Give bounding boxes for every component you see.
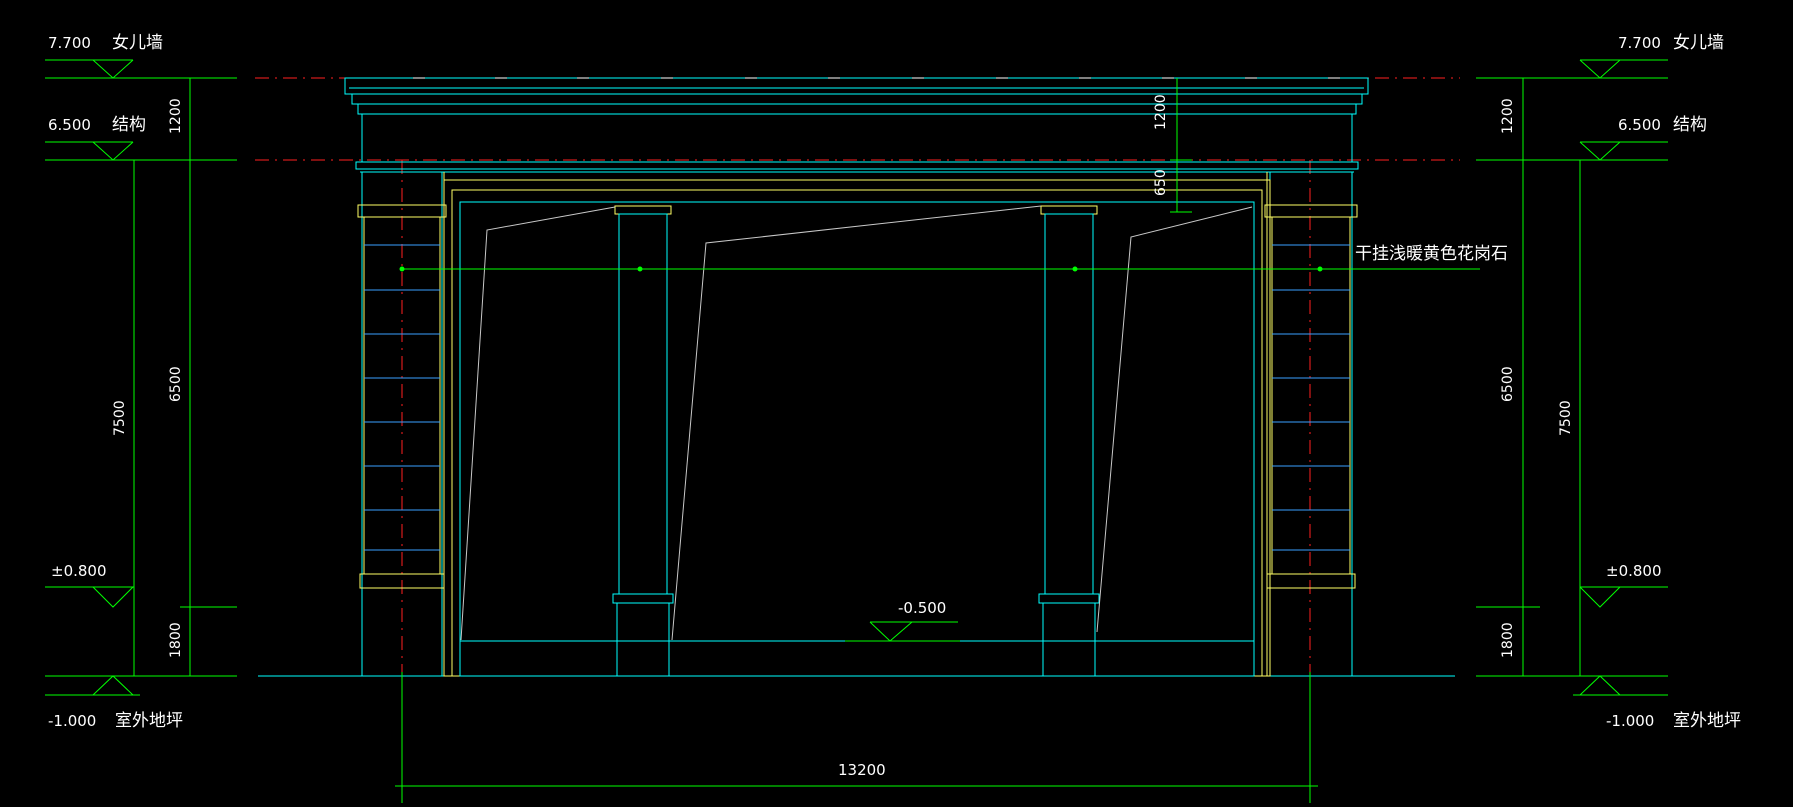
- cornice: [344, 77, 1369, 173]
- left-parapet-label: 女儿墙: [112, 33, 163, 53]
- left-column: [612, 205, 674, 677]
- lintel-band-dimension: 650: [1153, 169, 1169, 196]
- right-parapet-level: 7.700: [1618, 34, 1661, 52]
- width-dimension-value: 13200: [838, 761, 886, 779]
- right-column: [1038, 205, 1100, 677]
- left-structure-level: 6.500: [48, 116, 91, 134]
- left-ground-level: ±0.800: [51, 562, 107, 580]
- right-outdoor-label: 室外地坪: [1673, 711, 1741, 731]
- right-top-dimension: 1200: [1500, 98, 1516, 134]
- opening-frame: [443, 179, 1271, 677]
- left-parapet-level: 7.700: [48, 34, 91, 52]
- left-outdoor-label: 室外地坪: [115, 711, 183, 731]
- inner-floor-level-mark: [845, 621, 960, 642]
- right-structure-level: 6.500: [1618, 116, 1661, 134]
- inner-floor-level-value: -0.500: [898, 599, 946, 617]
- right-total-dimension: 7500: [1558, 400, 1574, 436]
- left-mid-dimension: 6500: [168, 366, 184, 402]
- right-pier: [1264, 171, 1358, 677]
- right-outdoor-level: -1.000: [1606, 712, 1654, 730]
- left-bottom-dimension: 1800: [168, 622, 184, 658]
- right-ground-level: ±0.800: [1606, 562, 1662, 580]
- right-pier-tile-joints: [1272, 244, 1350, 551]
- material-label: 干挂浅暖黄色花岗石: [1355, 244, 1508, 264]
- material-leader: [399, 266, 1480, 272]
- right-bottom-dimension: 1800: [1500, 622, 1516, 658]
- left-total-dimension: 7500: [112, 400, 128, 436]
- right-mid-dimension: 6500: [1500, 366, 1516, 402]
- reference-lines: [255, 77, 1460, 672]
- right-structure-label: 结构: [1673, 115, 1707, 135]
- cad-drawing-canvas: 干挂浅暖黄色花岗石 -0.500 1200 650 7.700 女儿墙 6.50…: [0, 0, 1793, 803]
- left-outdoor-level: -1.000: [48, 712, 96, 730]
- left-structure-label: 结构: [112, 115, 146, 135]
- lintel-top-dimension: 1200: [1153, 94, 1169, 130]
- left-dimension-chain: [45, 59, 237, 696]
- perspective-sketch-lines: [460, 205, 1253, 641]
- right-parapet-label: 女儿墙: [1673, 33, 1724, 53]
- elevation-drawing: 干挂浅暖黄色花岗石 -0.500 1200 650 7.700 女儿墙 6.50…: [45, 33, 1741, 803]
- width-dimension: [395, 672, 1318, 803]
- left-top-dimension: 1200: [168, 98, 184, 134]
- center-vertical-dimension: [1170, 78, 1192, 213]
